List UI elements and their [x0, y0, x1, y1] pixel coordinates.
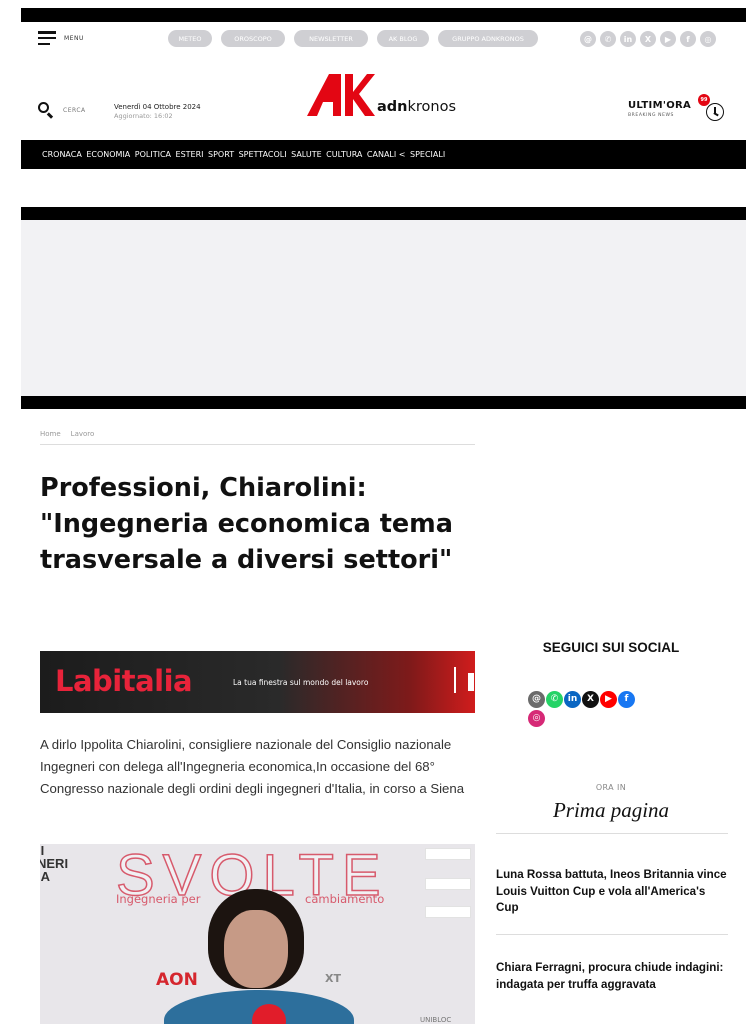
gruppo-adnkronos-link[interactable]: GRUPPO ADNKRONOS — [438, 30, 538, 47]
clock-icon — [706, 103, 724, 121]
newsletter-link[interactable]: NEWSLETTER — [294, 30, 368, 47]
ad-frame-bottom — [21, 396, 746, 409]
search-button[interactable]: CERCA — [38, 102, 86, 119]
video-sponsor-2: XT — [325, 972, 341, 985]
nav-item-cultura[interactable]: CULTURA — [326, 150, 362, 159]
sidebar-social-links: @ ✆ in X ▶ f ◎ — [528, 691, 688, 729]
breadcrumb-home[interactable]: Home — [40, 430, 61, 444]
nav-item-speciali[interactable]: SPECIALI — [410, 150, 445, 159]
nav-item-esteri[interactable]: ESTERI — [176, 150, 204, 159]
threads-icon[interactable]: @ — [528, 691, 545, 708]
video-left-text: IINERIIA — [40, 844, 69, 884]
menu-label: MENU — [64, 34, 84, 42]
x-icon[interactable]: X — [582, 691, 599, 708]
article-video[interactable]: IINERIIA SVOLTE Ingegneria per cambiamen… — [40, 844, 475, 1024]
last-updated: Aggiornato: 16:02 — [114, 112, 173, 120]
divider — [496, 833, 728, 834]
front-page-story[interactable]: Luna Rossa battuta, Ineos Britannia vinc… — [496, 867, 728, 917]
hamburger-icon — [38, 31, 56, 45]
nav-item-spettacoli[interactable]: SPETTACOLI — [239, 150, 287, 159]
adnkronos-logo[interactable]: adnkronos — [307, 72, 456, 118]
speaker-face — [224, 910, 288, 988]
article-lead: A dirlo Ippolita Chiarolini, consigliere… — [40, 737, 465, 797]
date-block: Venerdì 04 Ottobre 2024 Aggiornato: 16:0… — [114, 103, 201, 120]
video-side-logo — [425, 906, 471, 918]
labitalia-banner[interactable]: Labitalia La tua finestra sul mondo del … — [40, 651, 475, 713]
menu-button[interactable]: MENU — [38, 31, 84, 45]
threads-icon[interactable]: @ — [580, 31, 596, 47]
instagram-icon[interactable]: ◎ — [700, 31, 716, 47]
top-black-bar — [21, 8, 746, 22]
utility-row: MENU METEO OROSCOPO NEWSLETTER AK BLOG G… — [21, 25, 726, 55]
instagram-icon[interactable]: ◎ — [528, 710, 545, 727]
facebook-icon[interactable]: f — [680, 31, 696, 47]
divider — [496, 934, 728, 935]
breaking-news-link[interactable]: ULTIM'ORA BREAKING NEWS 99 — [628, 94, 724, 121]
x-icon[interactable]: X — [640, 31, 656, 47]
video-corner-text: UNIBLOC — [420, 1016, 452, 1024]
ak-logo-mark — [307, 74, 375, 116]
whatsapp-icon[interactable]: ✆ — [600, 31, 616, 47]
nav-item-sport[interactable]: SPORT — [208, 150, 234, 159]
labitalia-tagline: La tua finestra sul mondo del lavoro — [233, 678, 369, 687]
video-sponsor: AON — [156, 970, 198, 990]
meteo-link[interactable]: METEO — [168, 30, 212, 47]
linkedin-icon[interactable]: in — [620, 31, 636, 47]
top-social-links: @ ✆ in X ▶ f ◎ — [580, 31, 716, 47]
front-page-kicker: ORA IN — [595, 783, 627, 792]
oroscopo-link[interactable]: OROSCOPO — [221, 30, 285, 47]
video-side-logo — [425, 848, 471, 860]
nav-item-economia[interactable]: ECONOMIA — [86, 150, 130, 159]
follow-social-title: SEGUICI SUI SOCIAL — [542, 640, 680, 655]
breaking-news-subtitle: BREAKING NEWS — [628, 113, 675, 118]
breadcrumb: Home Lavoro — [40, 430, 475, 445]
nav-item-politica[interactable]: POLITICA — [135, 150, 171, 159]
nav-item-cronaca[interactable]: CRONACA — [42, 150, 82, 159]
search-icon — [38, 102, 54, 119]
whatsapp-icon[interactable]: ✆ — [546, 691, 563, 708]
ad-frame-top — [21, 207, 746, 220]
video-subtitle-right: cambiamento — [305, 892, 385, 906]
banner-edge-mark — [468, 673, 474, 691]
video-side-logo — [425, 878, 471, 890]
banner-separator — [454, 667, 456, 693]
front-page-title: Prima pagina — [552, 798, 670, 822]
front-page-story[interactable]: Chiara Ferragni, procura chiude indagini… — [496, 960, 728, 993]
youtube-icon[interactable]: ▶ — [660, 31, 676, 47]
ad-slot — [21, 220, 746, 396]
logo-wordmark: adnkronos — [377, 99, 457, 115]
facebook-icon[interactable]: f — [618, 691, 635, 708]
breadcrumb-lavoro[interactable]: Lavoro — [71, 430, 95, 444]
breaking-count-badge: 99 — [698, 94, 710, 106]
linkedin-icon[interactable]: in — [564, 691, 581, 708]
labitalia-brand: Labitalia — [55, 664, 193, 698]
video-subtitle-left: Ingegneria per — [116, 892, 201, 906]
current-date: Venerdì 04 Ottobre 2024 — [114, 103, 201, 111]
main-navigation: CRONACA ECONOMIA POLITICA ESTERI SPORT S… — [21, 140, 746, 169]
youtube-icon[interactable]: ▶ — [600, 691, 617, 708]
nav-item-canali[interactable]: CANALI < — [367, 150, 406, 159]
search-label: CERCA — [63, 106, 86, 114]
site-header: CERCA Venerdì 04 Ottobre 2024 Aggiornato… — [21, 70, 746, 134]
utility-links: METEO OROSCOPO NEWSLETTER AK BLOG GRUPPO… — [168, 30, 538, 47]
nav-item-salute[interactable]: SALUTE — [291, 150, 322, 159]
article-title: Professioni, Chiarolini: "Ingegneria eco… — [40, 473, 453, 575]
breaking-news-title: ULTIM'ORA — [628, 100, 692, 111]
ak-blog-link[interactable]: AK BLOG — [377, 30, 429, 47]
